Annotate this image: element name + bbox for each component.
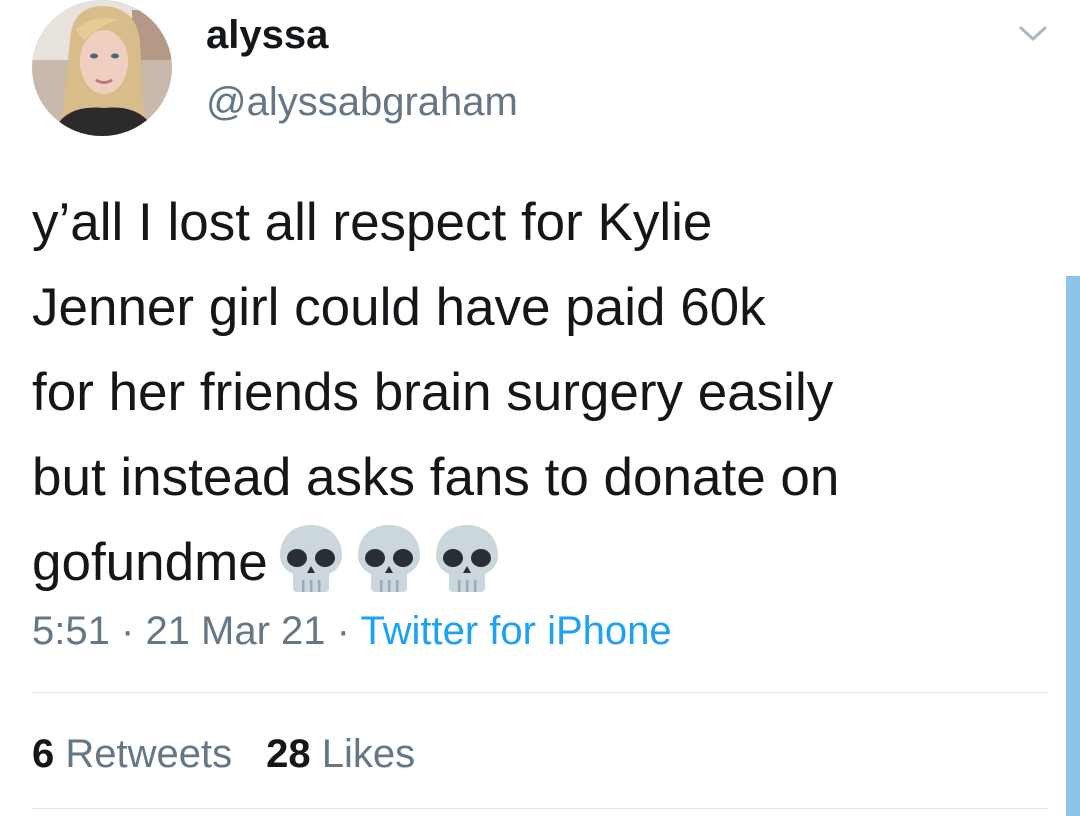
display-name[interactable]: alyssa	[206, 13, 328, 57]
tweet-time[interactable]: 5:51	[32, 609, 110, 653]
user-handle[interactable]: @alyssabgraham	[206, 80, 518, 124]
likes-stat[interactable]: 28 Likes	[266, 732, 415, 776]
likes-label: Likes	[321, 732, 416, 776]
skull-icon	[354, 522, 424, 594]
tweet-date[interactable]: 21 Mar 21	[145, 609, 325, 653]
tweet-text-line: but instead asks fans to donate on	[32, 448, 840, 507]
retweets-count: 6	[32, 732, 55, 776]
tweet-text-line: y’all I lost all respect for Kylie	[32, 193, 713, 252]
tweet-text: y’all I lost all respect for Kylie Jenne…	[32, 180, 1052, 605]
tweet-text-line: Jenner girl could have paid 60k	[32, 278, 766, 337]
tweet-stats: 6 Retweets 28 Likes	[32, 731, 415, 777]
skull-icon	[276, 522, 346, 594]
divider	[32, 808, 1048, 809]
tweet-text-word: gofundme	[32, 533, 268, 592]
tweet-text-line-last: gofundme	[32, 520, 1052, 605]
tweet-source-link[interactable]: Twitter for iPhone	[360, 609, 671, 653]
tweet-text-line: for her friends brain surgery easily	[32, 363, 834, 422]
retweets-stat[interactable]: 6 Retweets	[32, 732, 232, 776]
meta-separator: ·	[336, 609, 350, 653]
chevron-down-icon[interactable]	[1018, 22, 1048, 46]
avatar[interactable]	[32, 0, 172, 136]
tweet-meta: 5:51 · 21 Mar 21 · Twitter for iPhone	[32, 608, 672, 654]
meta-separator: ·	[120, 609, 135, 653]
avatar-image	[32, 0, 172, 136]
skull-icon	[432, 522, 502, 594]
scrollbar[interactable]	[1066, 276, 1080, 816]
retweets-label: Retweets	[65, 732, 233, 776]
likes-count: 28	[266, 732, 311, 776]
divider	[32, 692, 1048, 693]
